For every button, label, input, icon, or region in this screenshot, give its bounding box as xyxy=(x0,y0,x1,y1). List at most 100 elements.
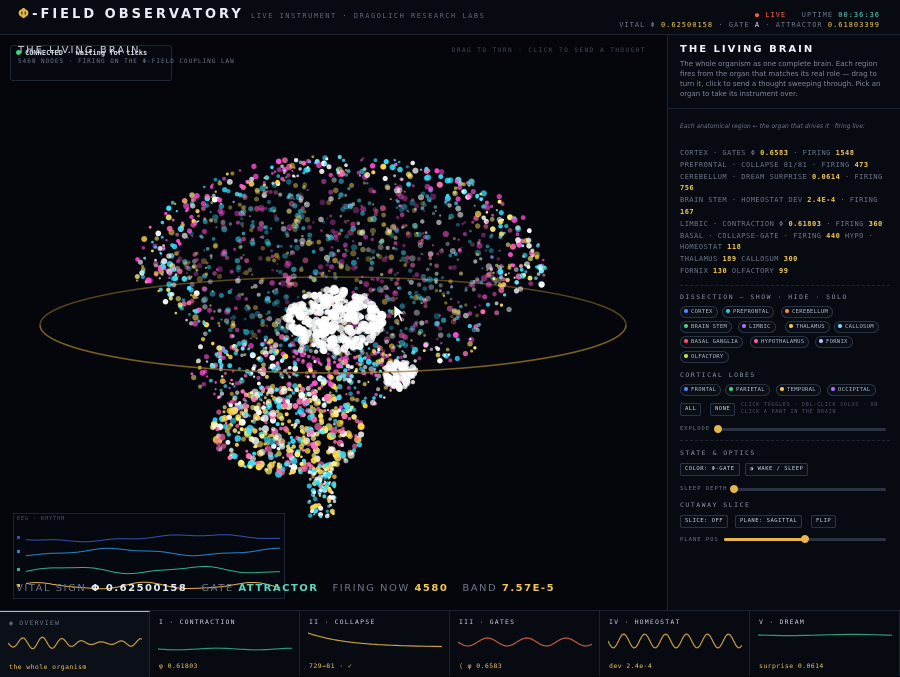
tab-2[interactable]: II · COLLAPSE 729→81 · ✓ xyxy=(300,611,450,676)
plane-button[interactable]: PLANE: SAGITTAL xyxy=(735,515,803,528)
flip-button[interactable]: FLIP xyxy=(811,515,837,528)
organ-chip-cerebellum[interactable]: CEREBELLUM xyxy=(781,306,834,318)
neuron-dot xyxy=(332,422,336,426)
none-button[interactable]: NONE xyxy=(710,403,736,416)
neuron-dot xyxy=(326,409,330,412)
neuron-dot xyxy=(220,375,224,378)
plane-pos-handle[interactable] xyxy=(801,535,809,543)
slice-button[interactable]: SLICE: OFF xyxy=(680,515,729,528)
explode-handle[interactable] xyxy=(714,425,722,433)
color-mode-button[interactable]: COLOR: Φ-GATE xyxy=(680,463,740,476)
neuron-dot xyxy=(444,200,447,204)
tab-5[interactable]: V · DREAM surprise 0.0614 xyxy=(750,611,900,676)
neuron-dot xyxy=(212,424,216,429)
neuron-dot xyxy=(431,244,435,247)
neuron-dot xyxy=(286,381,292,388)
organ-chip-cortex[interactable]: CORTEX xyxy=(680,306,718,318)
tab-3[interactable]: III · GATES ⟨ φ 0.6583 xyxy=(450,611,600,676)
neuron-dot xyxy=(354,286,359,291)
chip-label: BASAL GANGLIA xyxy=(691,339,738,345)
organ-chip-limbic[interactable]: LIMBIC xyxy=(738,321,776,333)
vital-sign-label: VITAL SIGN xyxy=(16,583,87,594)
neuron-dot xyxy=(289,244,293,248)
neuron-dot xyxy=(473,305,477,309)
neuron-dot xyxy=(227,289,232,295)
neuron-dot xyxy=(423,304,428,309)
brain-stage[interactable]: THE LIVING BRAIN CONNECTED · waiting for… xyxy=(0,35,666,610)
neuron-dot xyxy=(263,402,266,405)
organ-chip-fornix[interactable]: FORNIX xyxy=(815,336,853,348)
organ-chip-olfactory[interactable]: OLFACTORY xyxy=(680,351,729,363)
neuron-dot xyxy=(200,258,207,265)
tab-4[interactable]: IV · HOMEOSTAT dev 2.4e-4 xyxy=(600,611,750,676)
neuron-dot xyxy=(438,174,444,180)
neuron-dot xyxy=(538,266,543,271)
organ-chip-brain-stem[interactable]: BRAIN STEM xyxy=(680,321,733,333)
neuron-dot xyxy=(203,354,210,360)
organ-chip-callosum[interactable]: CALLOSUM xyxy=(834,321,879,333)
neuron-dot xyxy=(275,287,279,291)
tab-1[interactable]: I · CONTRACTION φ 0.61803 xyxy=(150,611,300,676)
neuron-dot xyxy=(368,287,374,293)
neuron-dot xyxy=(411,184,415,188)
neuron-dot xyxy=(252,226,255,229)
sleep-depth-handle[interactable] xyxy=(730,485,738,493)
organ-chip-thalamus[interactable]: THALAMUS xyxy=(785,321,830,333)
neuron-dot xyxy=(263,176,266,180)
plane-pos-slider[interactable] xyxy=(724,535,886,543)
neuron-dot xyxy=(425,234,431,240)
neuron-dot xyxy=(269,280,275,286)
neuron-dot xyxy=(367,381,370,383)
neuron-dot xyxy=(348,379,352,383)
lobe-chip-parietal[interactable]: PARIETAL xyxy=(725,384,770,396)
neuron-dot xyxy=(363,281,370,288)
neuron-dot xyxy=(267,310,271,314)
neuron-dot xyxy=(257,381,261,386)
neuron-dot xyxy=(291,266,297,273)
neuron-dot xyxy=(301,458,306,463)
neuron-dot xyxy=(323,409,327,413)
neuron-dot xyxy=(222,424,228,430)
neuron-dot xyxy=(313,513,315,516)
wake-sleep-button[interactable]: ◑ WAKE / SLEEP xyxy=(745,463,809,476)
neuron-dot xyxy=(446,193,450,197)
tab-0[interactable]: ◉ OVERVIEW the whole organism xyxy=(0,611,150,677)
neuron-dot xyxy=(280,387,288,395)
neuron-dot xyxy=(331,306,341,316)
neuron-dot xyxy=(268,207,273,213)
neuron-dot xyxy=(240,353,244,358)
neuron-dot xyxy=(286,281,293,288)
neuron-dot xyxy=(471,183,475,187)
neuron-dot xyxy=(245,179,250,184)
neuron-dot xyxy=(235,294,242,301)
neuron-dot xyxy=(345,249,349,253)
neuron-dot xyxy=(433,313,441,320)
neuron-dot xyxy=(440,342,443,345)
neuron-dot xyxy=(218,293,224,298)
neuron-dot xyxy=(298,469,303,475)
organ-chip-hypothalamus[interactable]: HYPOTHALAMUS xyxy=(750,336,810,348)
explode-slider[interactable] xyxy=(714,425,886,433)
neuron-dot xyxy=(250,241,256,247)
neuron-dot xyxy=(495,209,498,212)
neuron-dot xyxy=(405,165,409,169)
all-button[interactable]: ALL xyxy=(680,403,702,416)
lobe-chip-temporal[interactable]: TEMPORAL xyxy=(776,384,821,396)
neuron-dot xyxy=(283,461,289,467)
neuron-dot xyxy=(311,155,315,159)
neuron-dot xyxy=(384,229,391,236)
neuron-dot xyxy=(269,409,277,417)
neuron-dot xyxy=(339,228,344,233)
organ-chip-prefrontal[interactable]: PREFRONTAL xyxy=(722,306,775,318)
neuron-dot xyxy=(328,269,331,273)
neuron-dot xyxy=(285,176,288,179)
neuron-dot xyxy=(456,309,461,314)
neuron-dot xyxy=(485,281,492,288)
lobe-chip-occipital[interactable]: OCCIPITAL xyxy=(827,384,876,396)
organ-chip-basal-ganglia[interactable]: BASAL GANGLIA xyxy=(680,336,743,348)
sleep-depth-slider[interactable] xyxy=(730,485,886,493)
neuron-dot xyxy=(355,354,360,359)
neuron-dot xyxy=(341,252,347,258)
neuron-dot xyxy=(362,181,367,185)
lobe-chip-frontal[interactable]: FRONTAL xyxy=(680,384,722,396)
